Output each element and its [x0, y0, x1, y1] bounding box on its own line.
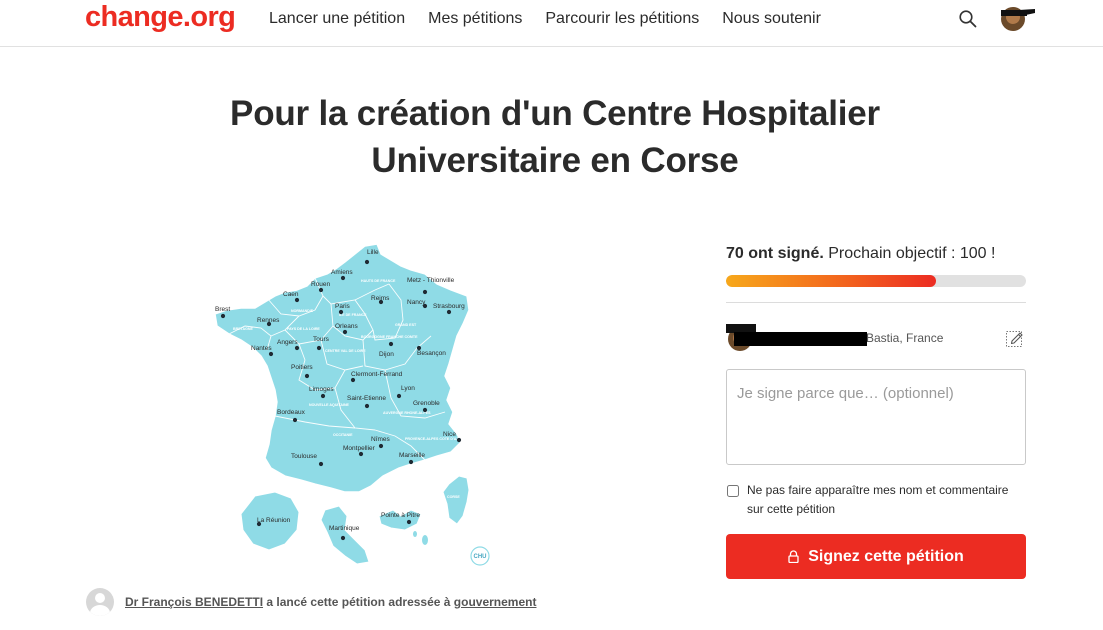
edit-icon[interactable]: [1005, 328, 1025, 348]
hide-name-checkbox[interactable]: [727, 485, 739, 497]
signer-location: Bastia, France: [866, 331, 944, 345]
sign-petition-button[interactable]: Signez cette pétition: [726, 534, 1026, 579]
city-angers: Angers: [277, 339, 298, 346]
signer-identity: Bastia, France: [726, 324, 1026, 352]
sign-button-label: Signez cette pétition: [808, 547, 964, 565]
region-centre-val-de-loire: CENTRE VAL DE LOIRE: [325, 349, 366, 353]
petition-title: Pour la création d'un Centre Hospitalier…: [230, 94, 880, 180]
france-chu-map: HAUTS DE FRANCE NORMANDIE ILE DE FRANCE …: [214, 243, 490, 566]
region-corse: CORSE: [447, 495, 460, 499]
signature-progress-fill: [726, 275, 936, 287]
city-toulouse: Toulouse: [291, 453, 317, 460]
city-paris: Paris: [335, 303, 351, 310]
region-bretagne: BRETAGNE: [233, 327, 254, 331]
city-nancy: Nancy: [407, 299, 426, 306]
map-martinique: [320, 505, 370, 565]
nav-support-us[interactable]: Nous soutenir: [722, 9, 821, 29]
city-lyon: Lyon: [401, 385, 415, 392]
sign-panel: 70 ont signé. Prochain objectif : 100 ! …: [726, 244, 1026, 579]
map-corse: [442, 475, 470, 525]
redacted-signer-name: [734, 332, 867, 346]
city-nantes: Nantes: [251, 345, 272, 352]
chu-badge: CHU: [470, 546, 490, 566]
city-rouen: Rouen: [311, 281, 331, 288]
city-poitiers: Poitiers: [291, 364, 313, 371]
change-org-logo[interactable]: change.org: [85, 0, 236, 34]
city-tours: Tours: [313, 336, 330, 343]
city-brest: Brest: [215, 306, 230, 313]
city-montpellier: Montpellier: [343, 445, 376, 452]
nav-browse-petitions[interactable]: Parcourir les pétitions: [545, 9, 699, 29]
region-pays-de-la-loire: PAYS DE LA LOIRE: [287, 327, 320, 331]
author-name-link[interactable]: Dr François BENEDETTI: [125, 595, 263, 609]
city-amiens: Amiens: [331, 269, 353, 276]
search-icon[interactable]: [958, 9, 978, 29]
user-avatar[interactable]: [999, 4, 1035, 32]
nav-start-petition[interactable]: Lancer une pétition: [269, 9, 405, 29]
top-navigation-bar: change.org Lancer une pétition Mes pétit…: [0, 0, 1103, 47]
lock-icon: [788, 550, 799, 563]
region-grand-est: GRAND EST: [395, 323, 417, 327]
city-clermont-ferrand: Clermont-Ferrand: [351, 371, 403, 378]
city-caen: Caen: [283, 291, 299, 298]
divider: [726, 302, 1026, 303]
city-martinique: Martinique: [329, 525, 360, 532]
region-hauts-de-france: HAUTS DE FRANCE: [361, 279, 396, 283]
city-besancon: Besançon: [417, 350, 446, 357]
nav-my-petitions[interactable]: Mes pétitions: [428, 9, 522, 29]
author-middle-text: a lancé cette pétition adressée à: [263, 595, 454, 609]
region-normandie: NORMANDIE: [291, 309, 314, 313]
city-metz-thionville: Metz - Thionville: [407, 277, 455, 284]
signature-progress-bar: [726, 275, 1026, 287]
city-reims: Reims: [371, 295, 390, 302]
region-ile-de-france: ILE DE FRANCE: [339, 313, 367, 317]
chu-badge-label: CHU: [474, 554, 487, 560]
next-goal-text: Prochain objectif : 100 !: [823, 245, 996, 262]
petition-author-line: Dr François BENEDETTI a lancé cette péti…: [86, 588, 536, 616]
main-nav: Lancer une pétition Mes pétitions Parcou…: [269, 9, 844, 29]
petition-image-map: HAUTS DE FRANCE NORMANDIE ILE DE FRANCE …: [205, 240, 505, 570]
city-rennes: Rennes: [257, 317, 280, 324]
author-text: Dr François BENEDETTI a lancé cette péti…: [125, 595, 536, 609]
city-nimes: Nîmes: [371, 436, 391, 443]
author-avatar[interactable]: [86, 588, 114, 616]
city-grenoble: Grenoble: [413, 400, 440, 407]
signed-count-text: 70 ont signé.: [726, 245, 824, 262]
city-marseille: Marseille: [399, 452, 425, 459]
signature-count: 70 ont signé. Prochain objectif : 100 !: [726, 244, 1026, 264]
region-nouvelle-aquitaine: NOUVELLE AQUITAINE: [309, 403, 350, 407]
region-occitanie: OCCITANIE: [333, 433, 353, 437]
reason-textarea[interactable]: [726, 369, 1026, 465]
city-strasbourg: Strasbourg: [433, 303, 465, 310]
city-lille: Lille: [367, 249, 379, 256]
privacy-option[interactable]: Ne pas faire apparaître mes nom et comme…: [726, 483, 1026, 519]
city-bordeaux: Bordeaux: [277, 409, 306, 416]
city-orleans: Orleans: [335, 323, 359, 330]
city-limoges: Limoges: [309, 386, 334, 393]
decision-maker-link[interactable]: gouvernement: [454, 595, 537, 609]
city-pointe-a-pitre: Pointe à Pitre: [381, 512, 420, 519]
city-la-reunion: La Réunion: [257, 517, 291, 524]
privacy-label: Ne pas faire apparaître mes nom et comme…: [747, 483, 1009, 516]
city-saint-etienne: Saint-Etienne: [347, 395, 386, 402]
city-dijon: Dijon: [379, 351, 394, 358]
region-bourgogne-franche-comte: BOURGOGNE FRANCHE COMTE: [361, 335, 418, 339]
city-nice: Nice: [443, 431, 456, 438]
